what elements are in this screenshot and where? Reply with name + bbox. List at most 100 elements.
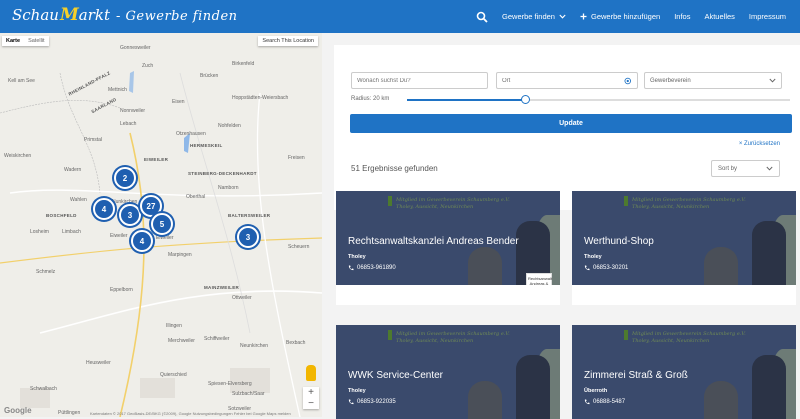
map-label: Brücken <box>200 73 219 79</box>
listing-card[interactable]: Mitglied im Gewerbeverein Schaumberg e.V… <box>572 325 796 419</box>
where-search-field[interactable] <box>496 72 638 89</box>
member-tagline-line2: Tholey, Aussicht, Neunkirchen <box>632 203 710 210</box>
map-region-label: BALTERSWEILER <box>228 213 271 218</box>
figure-decoration <box>704 247 738 285</box>
logo-part-3: arkt <box>78 6 111 24</box>
listing-phone[interactable]: 06853-922035 <box>348 399 396 405</box>
map-label: Gonnesweiler <box>120 45 151 51</box>
listing-phone[interactable]: 06853-30201 <box>584 265 628 271</box>
zoom-in-button[interactable]: + <box>308 387 314 398</box>
member-tagline: Mitglied im Gewerbeverein Schaumberg e.V… <box>632 331 746 344</box>
map-cluster-marker[interactable]: 3 <box>237 226 259 248</box>
radius-label: Radius: 20 km <box>351 96 390 102</box>
member-tagline: Mitglied im Gewerbeverein Schaumberg e.V… <box>632 197 746 210</box>
listing-title[interactable]: Rechtsanwaltskanzlei Andreas Bender <box>348 236 519 247</box>
tree-icon <box>624 330 628 340</box>
logo-part-2: M <box>59 5 79 25</box>
map-label: Ottweiler <box>232 295 252 301</box>
nav-gewerbe-hinzufuegen[interactable]: Gewerbe hinzufügen <box>580 12 660 21</box>
nav-infos-label: Infos <box>674 12 691 21</box>
search-icon[interactable] <box>476 11 488 23</box>
map-view[interactable]: Karte Satellit Search This Location Gonn… <box>0 33 322 417</box>
update-button[interactable]: Update <box>350 114 792 133</box>
map-label: Wahlen <box>70 197 87 203</box>
map-cluster-marker[interactable]: 2 <box>114 167 136 189</box>
what-search-input[interactable] <box>357 77 482 84</box>
radius-slider-fill <box>407 99 526 101</box>
nav-gewerbe-finden[interactable]: Gewerbe finden <box>502 12 566 21</box>
map-cluster-marker[interactable]: 5 <box>151 213 173 235</box>
nav-impressum-label: Impressum <box>748 12 786 21</box>
nav-impressum[interactable]: Impressum <box>749 12 786 21</box>
listing-phone[interactable]: 06888-5487 <box>584 399 625 405</box>
search-this-location-button[interactable]: Search This Location <box>258 36 318 46</box>
listing-badge: Rechtsanwalt Andreas & Bender <box>526 273 552 285</box>
results-count: 51 Ergebnisse gefunden <box>351 164 438 173</box>
what-search-field[interactable] <box>351 72 488 89</box>
listing-city: Tholey <box>348 254 366 260</box>
nav-infos[interactable]: Infos <box>674 12 690 21</box>
phone-icon <box>348 399 354 405</box>
map-label: Schiffweiler <box>204 336 230 342</box>
map-label: Oberthal <box>186 194 206 200</box>
map-label: Püttlingen <box>58 410 81 416</box>
member-tagline: Mitglied im Gewerbeverein Schaumberg e.V… <box>396 331 510 344</box>
map-cluster-marker[interactable]: 4 <box>131 230 153 252</box>
map-label: Schmelz <box>36 269 56 275</box>
listing-phone-number: 06853-922035 <box>357 399 396 405</box>
listing-phone[interactable]: 06853-961890 <box>348 265 396 271</box>
listing-image: Mitglied im Gewerbeverein Schaumberg e.V… <box>572 191 796 285</box>
map-label: Scheuern <box>288 244 310 250</box>
map-cluster-marker[interactable]: 3 <box>119 204 141 226</box>
zoom-out-button[interactable]: − <box>308 398 314 409</box>
map-label: Zuch <box>142 63 154 69</box>
listing-title[interactable]: Werthund-Shop <box>584 236 654 247</box>
map-label: Neunkirchen <box>240 343 269 349</box>
radius-slider-handle[interactable] <box>521 95 531 104</box>
map-cluster-marker[interactable]: 4 <box>93 198 115 220</box>
listing-image: Mitglied im Gewerbeverein Schaumberg e.V… <box>336 325 560 419</box>
nav-aktuelles[interactable]: Aktuelles <box>704 12 734 21</box>
listing-footer <box>336 285 560 305</box>
reset-link[interactable]: × Zurücksetzen <box>739 141 780 147</box>
tree-icon <box>624 196 628 206</box>
map-type-satellite[interactable]: Satellit <box>24 36 49 46</box>
listing-card[interactable]: Mitglied im Gewerbeverein Schaumberg e.V… <box>336 325 560 419</box>
main-nav: Gewerbe finden Gewerbe hinzufügen Infos … <box>476 0 786 33</box>
map-region-label: EIWEILER <box>144 157 169 162</box>
map-label: Marpingen <box>168 252 192 258</box>
listing-title[interactable]: Zimmerei Straß & Groß <box>584 370 688 381</box>
tree-icon <box>388 196 392 206</box>
listing-image: Mitglied im Gewerbeverein Schaumberg e.V… <box>572 325 796 419</box>
sort-select[interactable]: Sort by <box>711 160 780 177</box>
map-attribution[interactable]: Kartendaten © 2017 GeoBasis-DE/BKG (©200… <box>90 411 291 416</box>
sort-select-value: Sort by <box>718 165 738 172</box>
map-label: Weiskirchen <box>4 153 32 159</box>
phone-icon <box>584 399 590 405</box>
map-label: Eiweiler <box>156 235 174 241</box>
map-label: Schwalbach <box>30 386 57 392</box>
map-label: Nonnweiler <box>120 108 146 114</box>
map-label: Hoppstädten-Weiersbach <box>232 95 289 101</box>
lamp-decoration <box>752 355 786 419</box>
lamp-decoration <box>516 355 550 419</box>
association-select-value: Gewerbeverein <box>650 77 691 84</box>
locate-icon[interactable] <box>624 77 632 85</box>
site-logo[interactable]: Schau M arkt - Gewerbe finden <box>12 5 238 29</box>
map-region-label: MAINZWEILER <box>204 285 240 290</box>
member-tagline-line2: Tholey, Aussicht, Neunkirchen <box>396 203 474 210</box>
map-label: Nohfelden <box>218 123 241 129</box>
nav-aktuelles-label: Aktuelles <box>704 12 735 21</box>
radius-slider[interactable] <box>407 95 790 104</box>
listing-card[interactable]: Mitglied im Gewerbeverein Schaumberg e.V… <box>336 191 560 305</box>
listing-image: Mitglied im Gewerbeverein Schaumberg e.V… <box>336 191 560 285</box>
map-region-label: STEINBERG-DECKENHARDT <box>188 171 257 176</box>
map-region-label: BOSCHFELD <box>46 213 77 218</box>
association-select[interactable]: Gewerbeverein <box>644 72 782 89</box>
map-label: Primstal <box>84 137 103 143</box>
listing-title[interactable]: WWK Service-Center <box>348 370 443 381</box>
where-search-input[interactable] <box>502 77 625 84</box>
map-type-map[interactable]: Karte <box>2 36 24 46</box>
listing-card[interactable]: Mitglied im Gewerbeverein Schaumberg e.V… <box>572 191 796 305</box>
street-view-pegman-icon[interactable] <box>306 365 316 381</box>
